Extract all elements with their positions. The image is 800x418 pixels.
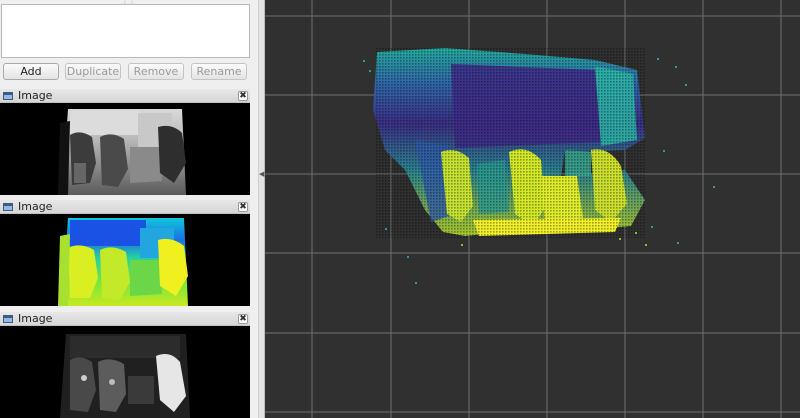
rename-button[interactable]: Rename bbox=[191, 63, 247, 80]
depth-image-view bbox=[0, 103, 250, 195]
point-cloud bbox=[363, 48, 715, 284]
image-panel-title: Image bbox=[18, 89, 53, 102]
image-panel-titlebar: Image ✖ bbox=[0, 200, 250, 214]
image-panel-depth: Image ✖ bbox=[0, 89, 250, 195]
window-icon bbox=[3, 92, 13, 100]
close-icon[interactable]: ✖ bbox=[238, 314, 248, 324]
image-panel-titlebar: Image ✖ bbox=[0, 89, 250, 103]
image-panel-colormap: Image ✖ bbox=[0, 200, 250, 306]
image-panel-title: Image bbox=[18, 312, 53, 325]
image-panel-ir: Image ✖ bbox=[0, 312, 250, 418]
duplicate-button[interactable]: Duplicate bbox=[65, 63, 121, 80]
remove-button[interactable]: Remove bbox=[128, 63, 184, 80]
image-panel-title: Image bbox=[18, 200, 53, 213]
panel-splitter[interactable] bbox=[258, 0, 265, 418]
display-list[interactable] bbox=[1, 4, 250, 58]
collapse-arrow-icon[interactable]: ◀ bbox=[259, 170, 264, 178]
colormap-image-view bbox=[0, 214, 250, 306]
depth-image bbox=[0, 103, 250, 195]
3d-viewport[interactable] bbox=[265, 0, 800, 418]
ir-image bbox=[0, 326, 250, 418]
close-icon[interactable]: ✖ bbox=[238, 91, 248, 101]
point-cloud-scene bbox=[265, 0, 800, 418]
window-icon bbox=[3, 203, 13, 211]
image-panel-titlebar: Image ✖ bbox=[0, 312, 250, 326]
left-dock-panel: ⋮⋮ Add Duplicate Remove Rename Image ✖ I… bbox=[0, 0, 258, 418]
window-icon bbox=[3, 315, 13, 323]
add-button[interactable]: Add bbox=[3, 63, 59, 80]
colormap-image bbox=[0, 214, 250, 306]
ir-image-view bbox=[0, 326, 250, 418]
close-icon[interactable]: ✖ bbox=[238, 202, 248, 212]
